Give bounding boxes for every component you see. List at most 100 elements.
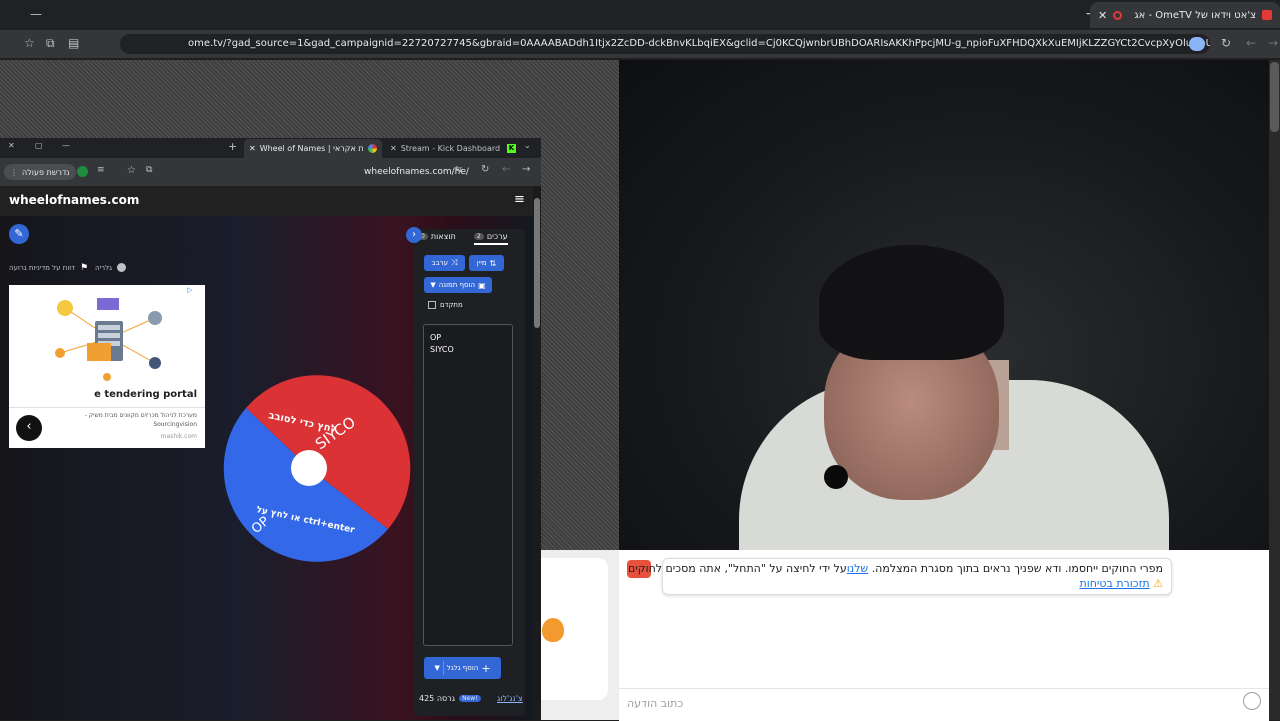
add-image-button[interactable]: ▼ הוסף תמונה ▣ (424, 277, 492, 293)
tab-wheel-of-names[interactable]: ✕ Wheel of Names | בוחר שמות אקראי (244, 139, 382, 158)
kick-tab-close-icon[interactable]: ✕ (390, 144, 397, 153)
inner-install-icon[interactable]: ⧉ (146, 166, 152, 175)
forward-icon[interactable]: ← (1246, 37, 1256, 49)
notice-text: מפרי החוקים ייחסמו. ודא שפניך נראים בתוך… (871, 562, 1163, 575)
entries-label: ערכים (486, 231, 508, 241)
inner-browser-window: ✕ ▢ — + ✕ Wheel of Names | בוחר שמות אקר… (0, 138, 541, 720)
inner-new-tab-icon[interactable]: + (228, 141, 237, 152)
action-required-chip[interactable]: ⋮ נדרשת פעולה (4, 164, 76, 180)
rules-notice: מפרי החוקים ייחסמו. ודא שפניך נראים בתוך… (628, 558, 1172, 595)
remote-video (619, 60, 1269, 550)
add-image-dropdown-icon[interactable]: ▼ (430, 281, 435, 289)
ad-illustration (45, 293, 175, 385)
changelog-link[interactable]: צ'נג'לוג (497, 694, 523, 703)
advanced-checkbox[interactable]: מתקדם (428, 301, 463, 309)
warning-icon: ⚠ (1153, 577, 1163, 590)
close-tab-icon[interactable]: ✕ (1098, 9, 1107, 22)
reload-icon[interactable]: ↻ (1221, 37, 1231, 49)
kick-favicon-icon: K (507, 144, 516, 153)
version-row: גרסה 425 New! (419, 694, 481, 703)
advertisement[interactable]: ▷ e tendering portal מערכת לניהול מכרזים… (9, 285, 205, 448)
inner-bookmark-star-icon[interactable]: ☆ (127, 166, 136, 176)
add-wheel-button[interactable]: ▼ הוסף גלגל + (424, 657, 501, 679)
inner-close-window-icon[interactable]: ✕ (8, 142, 15, 150)
spin-wheel[interactable]: לחץ כדי לסובב SIYCO או לחץ על ctrl+enter… (216, 374, 412, 562)
wheel-tab-close-icon[interactable]: ✕ (249, 144, 256, 153)
inner-scroll-thumb[interactable] (534, 198, 540, 328)
page-scroll-thumb[interactable] (1270, 62, 1279, 132)
page-scrollbar[interactable] (1269, 60, 1280, 720)
sort-icon: ⇅ (489, 258, 497, 268)
ad-choices-icon[interactable]: ▷ (187, 286, 192, 294)
message-input[interactable]: כתוב הודעה (619, 688, 1269, 721)
entry-item: OP (430, 333, 442, 342)
tab-search-icon[interactable]: ⌄ (524, 142, 531, 150)
plus-icon: + (481, 661, 491, 675)
entries-textarea[interactable]: OP SIYCO (423, 324, 513, 646)
inner-url-text[interactable]: wheelofnames.com/he/ (364, 167, 469, 177)
add-wheel-dropdown-icon[interactable]: ▼ (434, 664, 439, 672)
checkbox-icon[interactable] (428, 301, 436, 309)
inner-back-icon[interactable]: → (522, 165, 530, 175)
report-text: דווח על מדיניות גרועה (9, 264, 75, 272)
wheel-header: wheelofnames.com ≡ (0, 186, 533, 216)
button-divider (442, 661, 444, 675)
address-bar[interactable]: ome.tv/?gad_source=1&gad_campaignid=2272… (120, 34, 1210, 54)
shuffle-icon: ⤨ (451, 258, 458, 267)
notice-tail: על ידי לחיצה על "התחל", אתה מסכים לחוקים (628, 562, 847, 575)
inner-reload-icon[interactable]: ↻ (481, 165, 489, 175)
back-icon[interactable]: → (1268, 37, 1278, 49)
tab-kick-dashboard[interactable]: ✕ Stream - Kick Dashboard K (386, 139, 520, 158)
new-badge: New! (459, 695, 481, 702)
collapse-panel-icon[interactable]: › (406, 227, 422, 243)
safety-link[interactable]: תזכורת בטיחות (1079, 577, 1149, 590)
tab-title: צ'אט וידאו של OmeTV - אג (1134, 9, 1256, 21)
tab-ometv[interactable]: צ'אט וידאו של OmeTV - אג ✕ (1090, 2, 1280, 28)
install-app-icon[interactable]: ⧉ (46, 37, 55, 49)
results-label: תוצאות (430, 231, 456, 241)
shuffle-button[interactable]: ערבב ⤨ (424, 255, 465, 271)
site-settings-icon[interactable]: ⇆ (455, 166, 463, 175)
minimize-icon[interactable]: — (30, 8, 42, 20)
site-brand[interactable]: wheelofnames.com (9, 193, 139, 207)
sort-button[interactable]: מיין ⇅ (469, 255, 504, 271)
tab-results[interactable]: 0 תוצאות (418, 229, 456, 243)
message-placeholder: כתוב הודעה (627, 697, 684, 710)
headset-mic (824, 465, 848, 489)
version-text: גרסה 425 (419, 694, 456, 703)
sort-label: מיין (476, 259, 487, 267)
profile-avatar[interactable] (77, 166, 88, 177)
kick-tab-title: Stream - Kick Dashboard (400, 144, 501, 153)
shuffle-label: ערבב (431, 259, 449, 267)
ad-divider (9, 407, 205, 408)
flag-icon: ⚑ (79, 263, 89, 273)
ad-prev-arrow-icon[interactable]: ‹ (16, 415, 42, 441)
report-link[interactable]: דווח על מדיניות גרועה ⚑ (9, 263, 88, 273)
avatar-icon (542, 618, 564, 642)
ad-description: מערכת לניהול מכרזים מקוונים מבית משיק - … (84, 412, 197, 428)
gallery-icon (116, 263, 126, 272)
inner-forward-icon[interactable]: ← (502, 165, 510, 175)
reading-list-icon[interactable]: ≡ (97, 166, 105, 175)
inner-maximize-icon[interactable]: ▢ (35, 142, 43, 150)
rules-link[interactable]: שלנו (847, 562, 868, 575)
gallery-link[interactable]: גלריה (95, 263, 126, 272)
inner-minimize-icon[interactable]: — (62, 142, 70, 150)
translate-icon[interactable]: ▤ (68, 37, 79, 49)
wheel-tab-title: Wheel of Names | בוחר שמות אקראי (259, 144, 364, 153)
gallery-text: גלריה (95, 263, 112, 272)
url-text: ome.tv/?gad_source=1&gad_campaignid=2272… (188, 38, 1210, 49)
tab-entries[interactable]: 2 ערכים (474, 229, 508, 245)
recording-icon (1113, 10, 1123, 20)
person-hair (819, 245, 1004, 360)
ometv-favicon-icon (1262, 10, 1272, 20)
emoji-icon[interactable] (1243, 692, 1261, 710)
camera-in-use-icon[interactable] (1189, 37, 1205, 51)
action-required-text: נדרשת פעולה (22, 167, 70, 177)
bookmark-star-icon[interactable]: ☆ (24, 37, 35, 49)
outer-toolbar: ☆ ⧉ ▤ ome.tv/?gad_source=1&gad_campaigni… (0, 30, 1280, 58)
hamburger-menu-icon[interactable]: ≡ (514, 192, 525, 207)
edit-pencil-icon[interactable]: ✎ (9, 224, 29, 244)
inner-tab-bar: ✕ ▢ — + ✕ Wheel of Names | בוחר שמות אקר… (0, 138, 541, 158)
advanced-label: מתקדם (440, 301, 463, 309)
